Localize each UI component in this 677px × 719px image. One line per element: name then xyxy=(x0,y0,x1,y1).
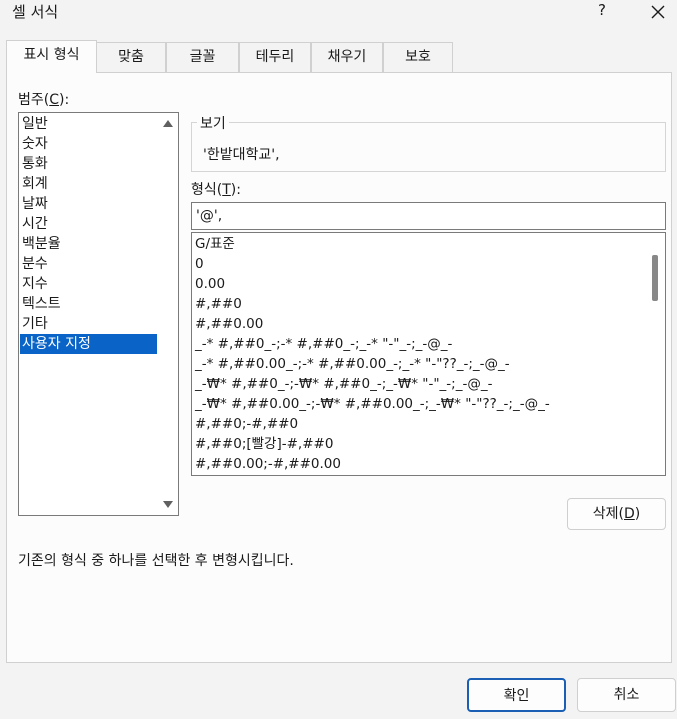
close-button[interactable] xyxy=(646,0,670,24)
category-item[interactable]: 지수 xyxy=(20,274,157,294)
format-item[interactable]: _-₩* #,##0.00_-;-₩* #,##0.00_-;_-₩* "-"?… xyxy=(195,394,550,414)
format-item[interactable]: 0 xyxy=(195,254,204,274)
tab-border[interactable]: 테두리 xyxy=(239,42,311,72)
tab-protection[interactable]: 보호 xyxy=(383,42,453,72)
scroll-up-arrow-icon[interactable] xyxy=(163,120,173,127)
window-title: 셀 서식 xyxy=(12,3,59,21)
category-label: 범주(C): xyxy=(18,92,70,108)
format-list[interactable]: G/표준 0 0.00 #,##0 #,##0.00 _-* #,##0_-;-… xyxy=(191,232,666,476)
help-button[interactable]: ? xyxy=(592,1,612,23)
format-item[interactable]: _-* #,##0.00_-;-* #,##0.00_-;_-* "-"??_-… xyxy=(195,354,510,374)
category-item[interactable]: 날짜 xyxy=(20,194,157,214)
tab-font[interactable]: 글꼴 xyxy=(166,42,239,72)
delete-button[interactable]: 삭제(D) xyxy=(567,498,666,530)
close-icon xyxy=(651,5,665,19)
category-item[interactable]: 숫자 xyxy=(20,134,157,154)
format-item[interactable]: _-₩* #,##0_-;-₩* #,##0_-;_-₩* "-"_-;_-@_… xyxy=(195,374,492,394)
category-item[interactable]: 회계 xyxy=(20,174,157,194)
scroll-down-arrow-icon[interactable] xyxy=(163,501,173,508)
format-input[interactable]: '@', xyxy=(191,202,666,230)
category-item[interactable]: 통화 xyxy=(20,154,157,174)
category-scrollbar[interactable] xyxy=(158,113,178,515)
format-label: 형식(T): xyxy=(191,182,241,198)
category-item[interactable]: 기타 xyxy=(20,314,157,334)
tab-fill[interactable]: 채우기 xyxy=(311,42,383,72)
format-item[interactable]: 0.00 xyxy=(195,274,225,294)
format-item[interactable]: #,##0;-#,##0 xyxy=(195,414,298,434)
format-item[interactable]: #,##0;[빨강]-#,##0 xyxy=(195,434,333,454)
category-item[interactable]: 일반 xyxy=(20,114,157,134)
category-item[interactable]: 백분율 xyxy=(20,234,157,254)
tab-number[interactable]: 표시 형식 xyxy=(6,40,97,73)
format-item[interactable]: #,##0.00;-#,##0.00 xyxy=(195,454,341,474)
tab-alignment[interactable]: 맞춤 xyxy=(96,42,166,72)
category-list[interactable]: 일반 숫자 통화 회계 날짜 시간 백분율 분수 지수 텍스트 기타 사용자 지… xyxy=(18,112,179,516)
format-item[interactable]: #,##0 xyxy=(195,294,242,314)
category-item-selected[interactable]: 사용자 지정 xyxy=(20,334,157,354)
format-item[interactable]: #,##0.00 xyxy=(195,314,263,334)
format-item[interactable]: G/표준 xyxy=(195,234,235,254)
format-scrollbar-thumb[interactable] xyxy=(652,255,658,301)
cancel-button[interactable]: 취소 xyxy=(577,678,676,712)
sample-value: '한밭대학교', xyxy=(203,147,280,163)
category-item[interactable]: 분수 xyxy=(20,254,157,274)
category-item[interactable]: 텍스트 xyxy=(20,294,157,314)
ok-button[interactable]: 확인 xyxy=(467,678,566,712)
category-item[interactable]: 시간 xyxy=(20,214,157,234)
sample-legend: 보기 xyxy=(197,113,229,133)
description-text: 기존의 형식 중 하나를 선택한 후 변형시킵니다. xyxy=(18,553,294,569)
format-item[interactable]: _-* #,##0_-;-* #,##0_-;_-* "-"_-;_-@_- xyxy=(195,334,452,354)
